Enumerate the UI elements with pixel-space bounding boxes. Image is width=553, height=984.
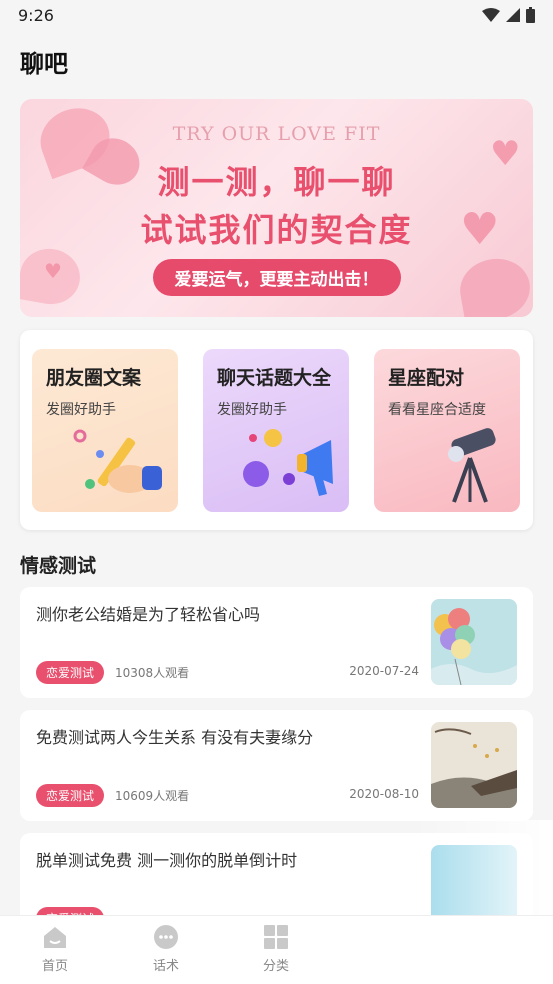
status-time: 9:26 <box>18 5 54 25</box>
tool-title: 聊天话题大全 <box>217 367 332 389</box>
heart-icon: ♥ <box>44 259 62 283</box>
article-title: 脱单测试免费 测一测你的脱单倒计时 <box>36 851 298 870</box>
tool-moments-copy[interactable]: 朋友圈文案 发圈好助手 <box>32 349 178 512</box>
balloons-image <box>431 599 517 685</box>
publish-date: 2020-07-24 <box>349 664 419 678</box>
ink-landscape-image <box>431 722 517 808</box>
section-title: 情感测试 <box>20 555 97 577</box>
tab-phrases[interactable]: 话术 <box>131 924 201 974</box>
tab-label: 分类 <box>262 959 289 974</box>
pencil-hand-icon <box>73 429 162 493</box>
wifi-icon <box>482 8 500 22</box>
article-title: 测你老公结婚是为了轻松省心吗 <box>36 605 261 624</box>
tool-subtitle: 发圈好助手 <box>46 402 116 418</box>
status-bar: 9:26 <box>0 0 553 30</box>
publish-date: 2020-08-10 <box>349 787 419 801</box>
list-item[interactable]: 免费测试两人今生关系 有没有夫妻缘分 恋爱测试 10609人观看 2020-08… <box>20 710 533 821</box>
view-count: 10308人观看 <box>115 666 190 680</box>
tool-chat-topics[interactable]: 聊天话题大全 发圈好助手 <box>203 349 349 512</box>
tab-label: 话术 <box>152 959 179 974</box>
flower-decoration <box>455 253 533 317</box>
tab-categories[interactable]: 分类 <box>241 924 311 974</box>
tab-home[interactable]: 首页 <box>20 924 90 974</box>
signal-icon <box>506 8 520 22</box>
banner-cta: 爱要运气，更要主动出击！ <box>152 259 401 296</box>
status-icons <box>482 7 535 23</box>
tool-subtitle: 发圈好助手 <box>217 402 287 418</box>
banner-headline: 测一测，聊一聊 <box>157 163 396 201</box>
article-thumbnail <box>431 599 517 685</box>
category-badge: 恋爱测试 <box>36 661 105 684</box>
view-count: 10609人观看 <box>115 789 190 803</box>
telescope-icon <box>448 428 496 503</box>
bottom-tab-bar: 首页 话术 分类 <box>0 915 553 984</box>
tool-title: 星座配对 <box>388 367 465 389</box>
article-title: 免费测试两人今生关系 有没有夫妻缘分 <box>36 728 314 747</box>
banner-subtitle-en: TRY OUR LOVE FIT <box>172 123 381 145</box>
megaphone-icon <box>243 429 333 496</box>
page-title: 聊吧 <box>20 50 68 78</box>
article-thumbnail <box>431 722 517 808</box>
tool-title: 朋友圈文案 <box>46 367 142 389</box>
chat-bubble-icon <box>154 925 178 949</box>
tools-card: 朋友圈文案 发圈好助手 聊天话题大全 发圈好助手 星座配对 看看星座合适度 <box>20 330 533 530</box>
list-item[interactable]: 测你老公结婚是为了轻松省心吗 恋爱测试 10308人观看 2020-07-24 <box>20 587 533 698</box>
promo-banner[interactable]: ♥ ♥ ♥ TRY OUR LOVE FIT 测一测，聊一聊 试试我们的契合度 … <box>20 99 533 317</box>
banner-headline-2: 试试我们的契合度 <box>140 211 413 249</box>
home-icon <box>44 927 66 948</box>
grid-icon <box>264 925 288 949</box>
battery-icon <box>526 7 535 23</box>
tab-label: 首页 <box>41 959 68 974</box>
tool-subtitle: 看看星座合适度 <box>388 402 486 418</box>
category-badge: 恋爱测试 <box>36 784 105 807</box>
tool-zodiac-match[interactable]: 星座配对 看看星座合适度 <box>374 349 520 512</box>
